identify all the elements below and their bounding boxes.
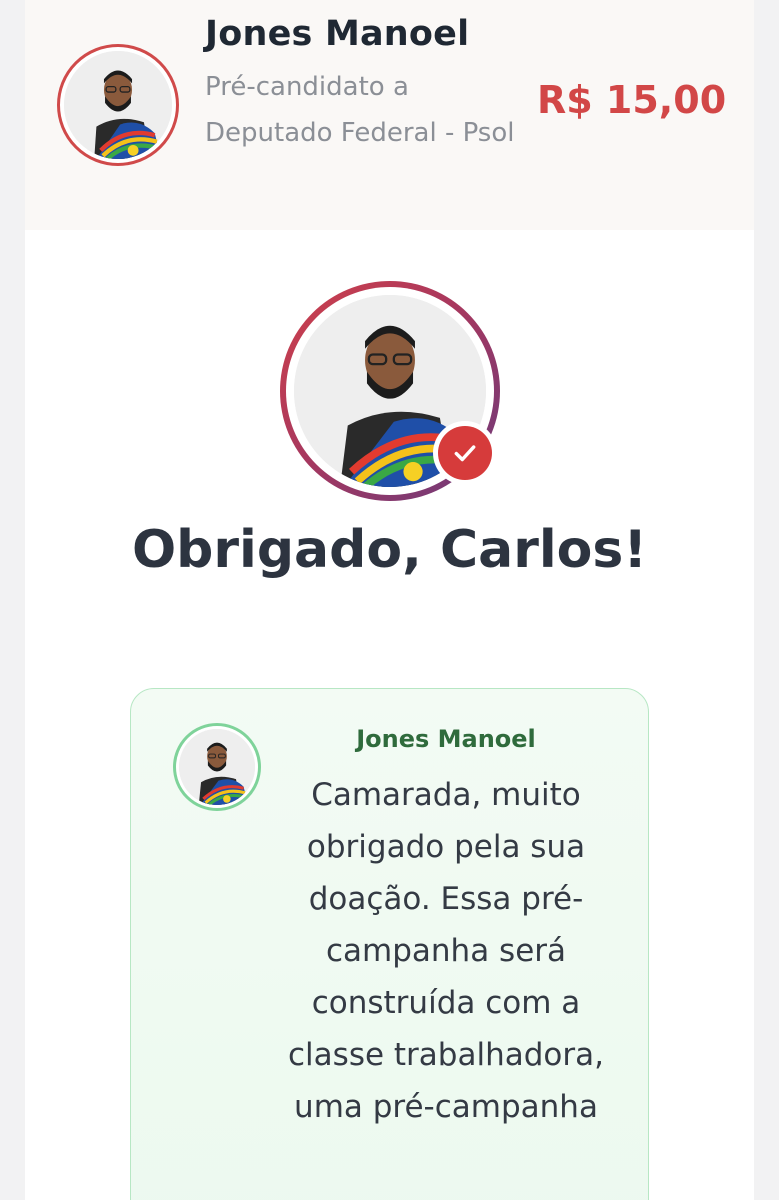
message-author: Jones Manoel <box>356 725 536 753</box>
message-card: Jones Manoel Camarada, muito obrigado pe… <box>130 688 649 1200</box>
thanks-title: Obrigado, Carlos! <box>131 520 648 580</box>
donation-amount: R$ 15,00 <box>537 78 727 122</box>
checkmark-icon <box>454 445 476 462</box>
candidate-name: Jones Manoel <box>205 14 470 54</box>
verified-badge <box>438 426 492 480</box>
header: Jones Manoel Pré-candidato a Deputado Fe… <box>25 0 754 230</box>
candidate-role: Pré-candidato a Deputado Federal - Psol <box>205 72 515 148</box>
message-text: Camarada, muito obrigado pela sua doação… <box>288 777 604 1125</box>
message-author-avatar <box>173 723 261 811</box>
donation-thanks-page: Jones Manoel Pré-candidato a Deputado Fe… <box>25 0 754 1200</box>
candidate-photo-icon <box>64 51 172 159</box>
candidate-avatar <box>57 44 179 166</box>
candidate-photo-icon <box>179 729 255 805</box>
